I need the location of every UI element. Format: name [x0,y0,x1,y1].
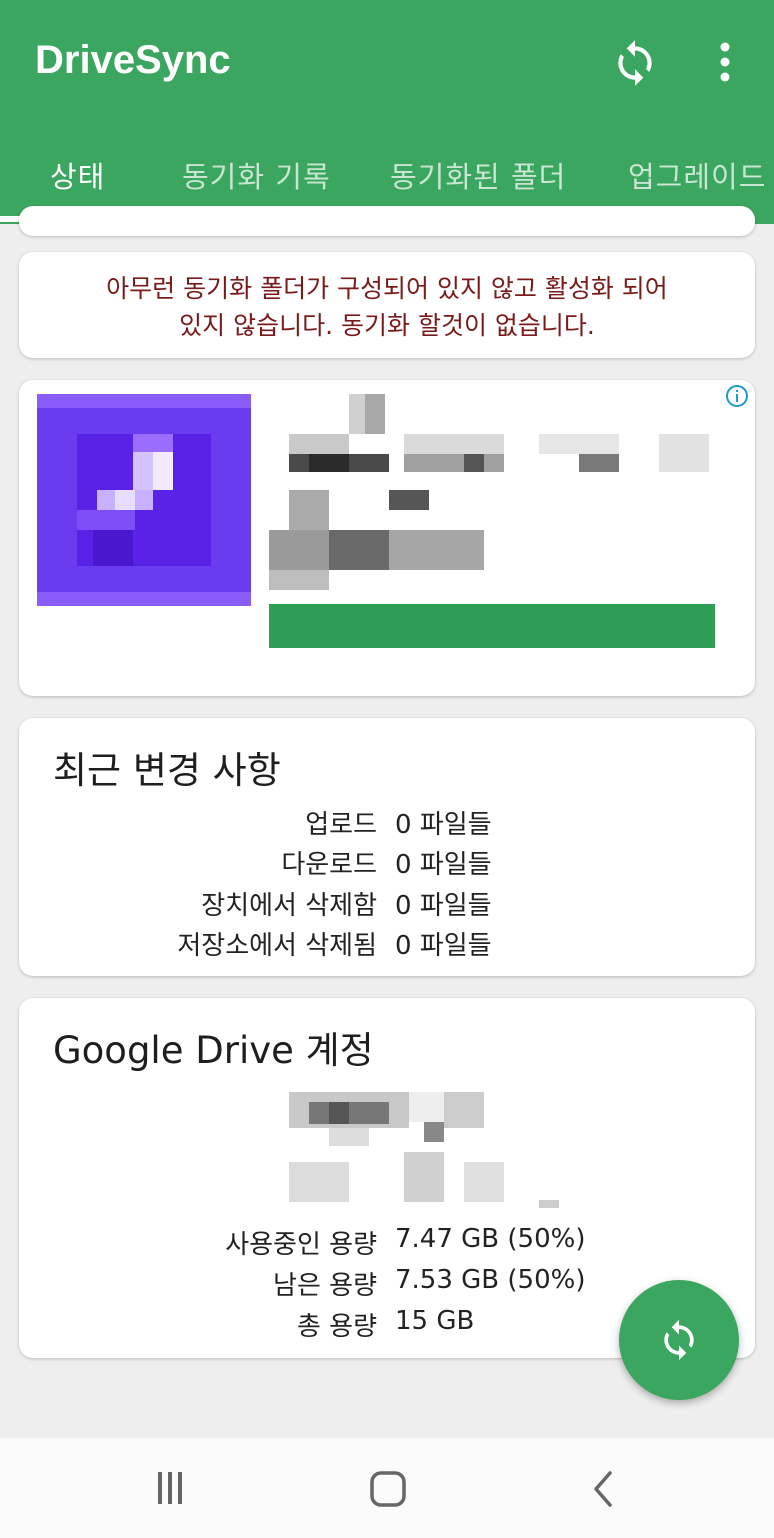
row-label: 저장소에서 삭제됨 [177,931,377,961]
back-icon [594,1471,612,1507]
change-row-deleted-device: 장치에서 삭제함 0 파일들 [19,885,755,925]
back-button[interactable] [588,1470,618,1512]
row-label: 업로드 [305,810,377,840]
app-bar: DriveSync 상태 동기화 기록 동기화된 폴더 업그레이드 [0,0,774,224]
home-icon [370,1471,406,1507]
home-button[interactable] [368,1470,408,1512]
change-row-upload: 업로드 0 파일들 [19,804,755,844]
system-nav-bar [0,1438,774,1538]
ad-info-button[interactable] [725,384,749,408]
ad-image[interactable] [37,394,251,606]
recents-icon [158,1472,182,1504]
row-value: 7.47 GB (50%) [395,1224,586,1254]
row-label: 총 용량 [296,1312,377,1342]
ad-logo-icon [37,394,251,606]
ad-card[interactable] [19,380,755,696]
more-vert-icon [720,42,730,82]
sync-icon [618,40,652,86]
recents-button[interactable] [150,1470,190,1510]
row-value: 0 파일들 [395,810,492,840]
row-label: 남은 용량 [273,1271,377,1301]
sync-fab[interactable] [619,1280,739,1400]
warning-line-2: 있지 않습니다. 동기화 할것이 없습니다. [179,311,595,340]
storage-used-row: 사용중인 용량 7.47 GB (50%) [19,1224,755,1264]
row-value: 15 GB [395,1306,475,1336]
sync-icon [664,1319,694,1361]
account-email-blur [289,1092,559,1208]
recent-changes-title: 최근 변경 사항 [53,749,281,792]
change-row-deleted-storage: 저장소에서 삭제됨 0 파일들 [19,925,755,965]
more-options-button[interactable] [708,40,742,86]
scrolled-card-edge [19,206,755,236]
row-label: 사용중인 용량 [225,1230,377,1260]
row-value: 0 파일들 [395,850,492,880]
row-label: 다운로드 [281,850,377,880]
toolbar-sync-button[interactable] [610,36,660,90]
row-value: 7.53 GB (50%) [395,1265,586,1295]
warning-line-1: 아무런 동기화 폴더가 구성되어 있지 않고 활성화 되어 [106,274,668,303]
info-icon [726,385,748,407]
row-label: 장치에서 삭제함 [201,891,377,921]
change-row-download: 다운로드 0 파일들 [19,844,755,884]
row-value: 0 파일들 [395,891,492,921]
account-title: Google Drive 계정 [53,1029,374,1072]
ad-text-blur [269,394,709,590]
warning-card: 아무런 동기화 폴더가 구성되어 있지 않고 활성화 되어 있지 않습니다. 동… [19,252,755,358]
warning-message: 아무런 동기화 폴더가 구성되어 있지 않고 활성화 되어 있지 않습니다. 동… [39,270,735,344]
recent-changes-card: 최근 변경 사항 업로드 0 파일들 다운로드 0 파일들 장치에서 삭제함 0… [19,718,755,976]
row-value: 0 파일들 [395,931,492,961]
ad-cta-button[interactable] [269,604,715,648]
app-title: DriveSync [35,38,231,82]
